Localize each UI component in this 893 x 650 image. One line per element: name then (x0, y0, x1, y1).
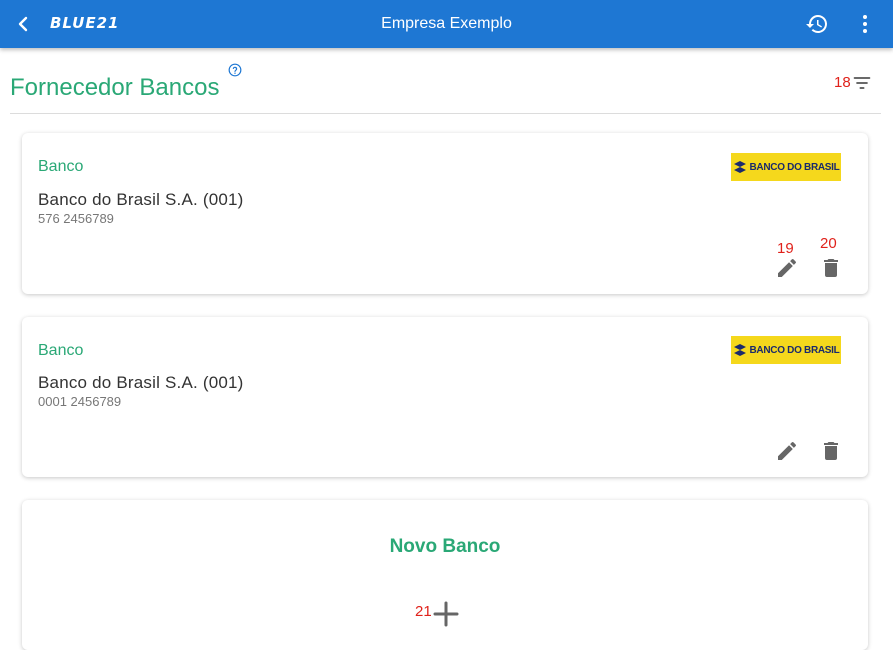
account-number: 0001 2456789 (38, 394, 122, 409)
bank-logo: BANCO DO BRASIL (731, 153, 841, 181)
banco-do-brasil-mark-icon (733, 161, 746, 173)
history-button[interactable] (805, 12, 829, 36)
edit-annotation: 19 (777, 240, 794, 257)
help-icon[interactable] (228, 63, 242, 77)
pencil-icon (778, 441, 797, 460)
edit-button[interactable] (775, 439, 799, 463)
bank-label: Banco (38, 158, 84, 175)
delete-button[interactable] (819, 256, 843, 280)
filter-icon[interactable] (852, 73, 872, 93)
bank-name: Banco do Brasil S.A. (001) (38, 190, 244, 209)
bank-label: Banco (38, 342, 84, 359)
bank-card: Banco Banco do Brasil S.A. (001) 576 245… (22, 133, 868, 294)
delete-annotation: 20 (820, 235, 837, 252)
new-bank-title[interactable]: Novo Banco (22, 536, 868, 558)
more-vert-icon (863, 15, 867, 33)
plus-icon[interactable] (432, 600, 460, 628)
history-icon (806, 15, 827, 33)
new-bank-card[interactable]: Novo Banco 21 (22, 500, 868, 650)
page-title: Fornecedor Bancos (10, 74, 220, 101)
app-bar: BLUE21 Empresa Exemplo (0, 0, 893, 48)
trash-icon (824, 259, 838, 277)
account-number: 576 2456789 (38, 211, 114, 226)
pencil-icon (778, 258, 797, 277)
add-annotation: 21 (415, 603, 432, 620)
bank-card: Banco Banco do Brasil S.A. (001) 0001 24… (22, 317, 868, 477)
app-title: Empresa Exemplo (381, 15, 512, 32)
trash-icon (824, 442, 838, 460)
more-options-button[interactable] (853, 12, 877, 36)
edit-button[interactable] (775, 256, 799, 280)
bank-logo-text: BANCO DO BRASIL (749, 344, 840, 356)
banco-do-brasil-mark-icon (733, 344, 746, 356)
bank-name: Banco do Brasil S.A. (001) (38, 373, 244, 392)
bank-logo: BANCO DO BRASIL (731, 336, 841, 364)
bank-logo-text: BANCO DO BRASIL (749, 161, 840, 173)
header-divider (10, 113, 881, 114)
delete-button[interactable] (819, 439, 843, 463)
filter-annotation: 18 (834, 74, 851, 91)
